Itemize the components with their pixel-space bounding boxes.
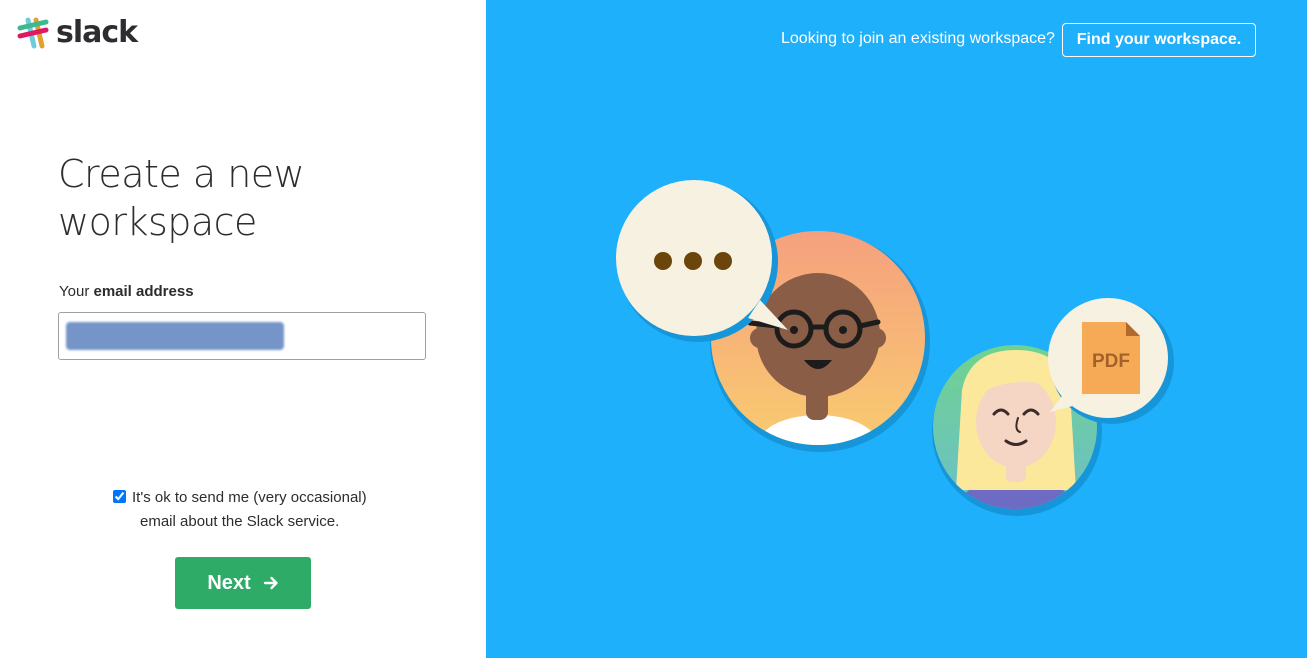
find-workspace-button[interactable]: Find your workspace. bbox=[1062, 23, 1256, 57]
email-redaction bbox=[66, 322, 284, 350]
chat-bubble-icon bbox=[616, 180, 788, 342]
page-title: Create a new workspace bbox=[58, 152, 305, 244]
consent-checkbox-row[interactable]: It's ok to send me (very occasional) ema… bbox=[113, 486, 413, 534]
next-button-label: Next bbox=[207, 571, 251, 594]
slack-logo-icon bbox=[17, 17, 49, 49]
slack-logo-text: slack bbox=[56, 15, 138, 50]
pdf-file-icon: PDF bbox=[1082, 322, 1140, 394]
people-chat-illustration: PDF bbox=[616, 180, 1174, 516]
arrow-right-icon bbox=[263, 576, 278, 590]
pdf-bubble: PDF bbox=[1048, 298, 1174, 424]
pdf-file-label: PDF bbox=[1092, 351, 1130, 372]
consent-line-1: It's ok to send me (very occasional) bbox=[132, 489, 367, 506]
email-label: Your email address bbox=[59, 283, 194, 300]
consent-checkbox[interactable] bbox=[113, 490, 126, 503]
illustration-panel: Looking to join an existing workspace? F… bbox=[486, 0, 1307, 658]
join-workspace-text: Looking to join an existing workspace? bbox=[781, 30, 1055, 47]
email-label-prefix: Your bbox=[59, 283, 94, 300]
signup-panel: slack Create a new workspace Your email … bbox=[0, 0, 486, 658]
email-label-bold: email address bbox=[93, 283, 194, 300]
slack-logo[interactable]: slack bbox=[16, 15, 138, 50]
consent-line-2: email about the Slack service. bbox=[140, 513, 340, 530]
next-button[interactable]: Next bbox=[175, 557, 311, 609]
email-field[interactable] bbox=[58, 312, 426, 360]
